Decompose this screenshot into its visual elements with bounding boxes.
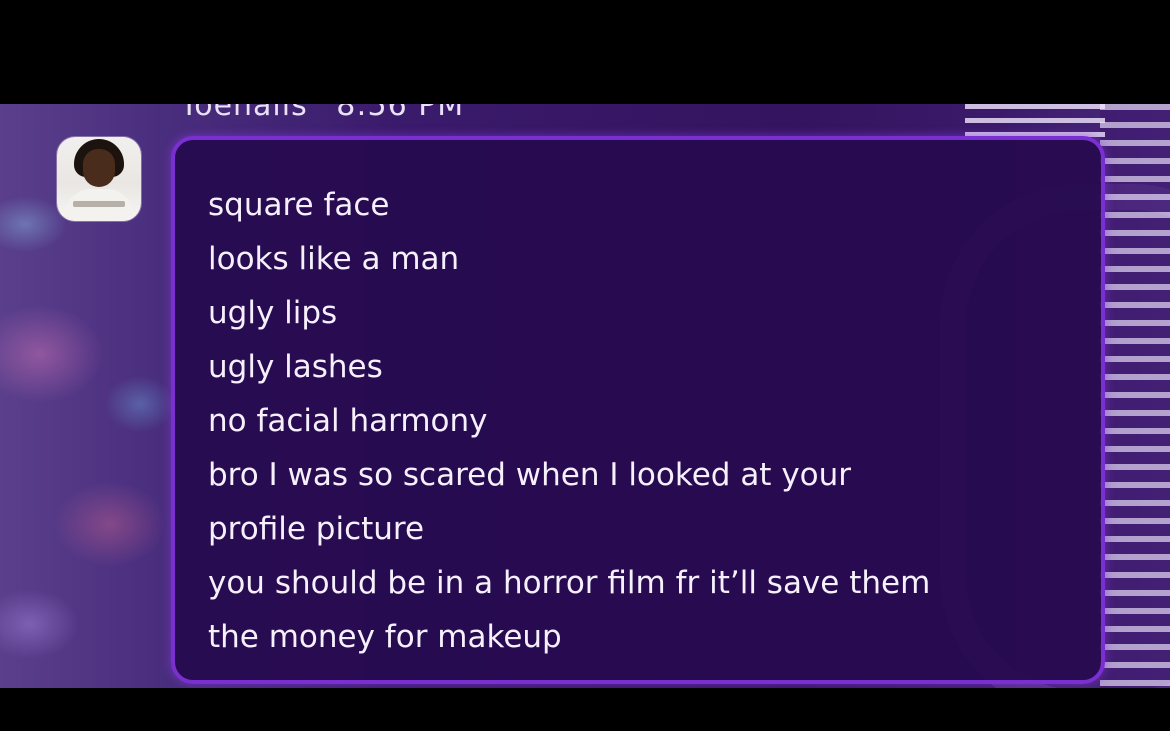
background-stripes: [1100, 104, 1170, 688]
message-line: square face: [208, 187, 390, 223]
message-line: no facial harmony: [208, 403, 488, 439]
avatar[interactable]: [57, 137, 141, 221]
message-line: looks like a man: [208, 241, 460, 277]
message-line: bro I was so scared when I looked at you…: [208, 457, 852, 493]
message-line: you should be in a horror film fr it’ll …: [208, 565, 931, 601]
letterbox-top: [0, 0, 1170, 104]
message-line: the money for makeup: [208, 619, 562, 655]
letterbox-bottom: [0, 688, 1170, 731]
message-bubble[interactable]: square face looks like a man ugly lips u…: [171, 136, 1105, 684]
timestamp: 8:56 PM: [336, 104, 465, 123]
message-line: ugly lashes: [208, 349, 383, 385]
message-header: Toenails 8:56 PM: [180, 104, 482, 123]
message-line: ugly lips: [208, 295, 338, 331]
username[interactable]: Toenails: [180, 104, 308, 123]
message-line: profile picture: [208, 511, 425, 547]
chat-view: Toenails 8:56 PM square face looks like …: [0, 104, 1170, 688]
